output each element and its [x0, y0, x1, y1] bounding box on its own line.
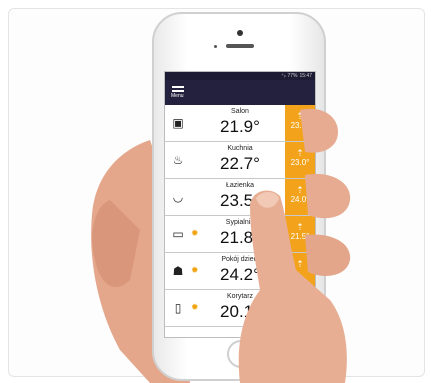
thermometer-icon: ⇡: [296, 259, 304, 269]
home-button[interactable]: [227, 340, 255, 368]
setpoint-value: 24.0°: [290, 195, 310, 204]
setpoint-value: 23.0°: [290, 158, 310, 167]
front-camera: [237, 30, 243, 36]
setpoint-button[interactable]: ⇡ 24.0°: [285, 179, 315, 215]
setpoint-button[interactable]: ⇡: [285, 253, 315, 289]
children-icon: ☗: [172, 264, 184, 278]
hamburger-icon: [172, 86, 184, 88]
proximity-sensor: [214, 45, 217, 48]
menu-button[interactable]: Menu: [171, 84, 189, 102]
signal-indicator: ⁺ᵢₗ: [281, 73, 286, 79]
battery-indicator: 77%: [287, 73, 298, 79]
earpiece-speaker: [226, 44, 254, 48]
room-name: Korytarz: [226, 293, 254, 300]
room-list: ▣ Salon 21.9° ⇡ 23.0° ♨ Kuchnia 22.7° ⇡ …: [165, 105, 315, 327]
bed-icon: ▭: [172, 227, 184, 241]
room-name: Sypialnia: [225, 219, 255, 226]
thermometer-icon: ⇡: [296, 222, 304, 232]
chef-icon: ♨: [172, 153, 184, 167]
clock: 15:47: [299, 73, 312, 79]
room-temperature: 23.5°: [220, 191, 260, 210]
app-screen: ⁺ᵢₗ 77% 15:47 Menu ▣ Salon 21.9° ⇡ 23.0°: [164, 71, 316, 338]
setpoint-button[interactable]: ⇡ 21.5°: [285, 216, 315, 252]
room-name: Łazienka: [225, 182, 255, 189]
menu-label: Menu: [171, 93, 184, 99]
phone: ⁺ᵢₗ 77% 15:47 Menu ▣ Salon 21.9° ⇡ 23.0°: [152, 12, 326, 381]
room-temperature: 20.1°: [220, 302, 260, 321]
setpoint-button[interactable]: ⇡ 23.0°: [285, 142, 315, 178]
room-temperature: 24.2°: [220, 265, 260, 284]
setpoint-value: 23.0°: [290, 121, 310, 130]
monitor-icon: ▣: [172, 116, 184, 130]
app-header: Menu: [165, 80, 315, 105]
room-row-korytarz[interactable]: ▯ ✹ Korytarz 20.1°: [165, 290, 315, 327]
thermometer-icon: ⇡: [296, 148, 304, 158]
door-icon: ▯: [174, 301, 182, 315]
hamburger-icon-bar: [172, 90, 184, 92]
status-bar: ⁺ᵢₗ 77% 15:47: [165, 72, 315, 80]
room-temperature: 21.9°: [220, 117, 260, 136]
room-row-salon[interactable]: ▣ Salon 21.9° ⇡ 23.0°: [165, 105, 315, 142]
room-temperature: 21.8°: [220, 228, 260, 247]
room-row-sypialnia[interactable]: ▭ ✹ Sypialnia 21.8° ⇡ 21.5°: [165, 216, 315, 253]
setpoint-value: 21.5°: [290, 232, 310, 241]
room-row-lazienka[interactable]: ◡ Łazienka 23.5° ⇡ 24.0°: [165, 179, 315, 216]
thermometer-icon: ⇡: [296, 111, 304, 121]
room-temperature: 22.7°: [220, 154, 260, 173]
room-row-kuchnia[interactable]: ♨ Kuchnia 22.7° ⇡ 23.0°: [165, 142, 315, 179]
room-name: Salon: [231, 108, 249, 115]
setpoint-button[interactable]: ⇡ 23.0°: [285, 105, 315, 141]
room-name: Pokój dzieci: [221, 256, 259, 263]
room-name: Kuchnia: [227, 145, 253, 152]
thermometer-icon: ⇡: [296, 185, 304, 195]
bathtub-icon: ◡: [172, 190, 184, 204]
room-row-pokoj-dzieci[interactable]: ☗ ✹ Pokój dzieci 24.2° ⇡: [165, 253, 315, 290]
